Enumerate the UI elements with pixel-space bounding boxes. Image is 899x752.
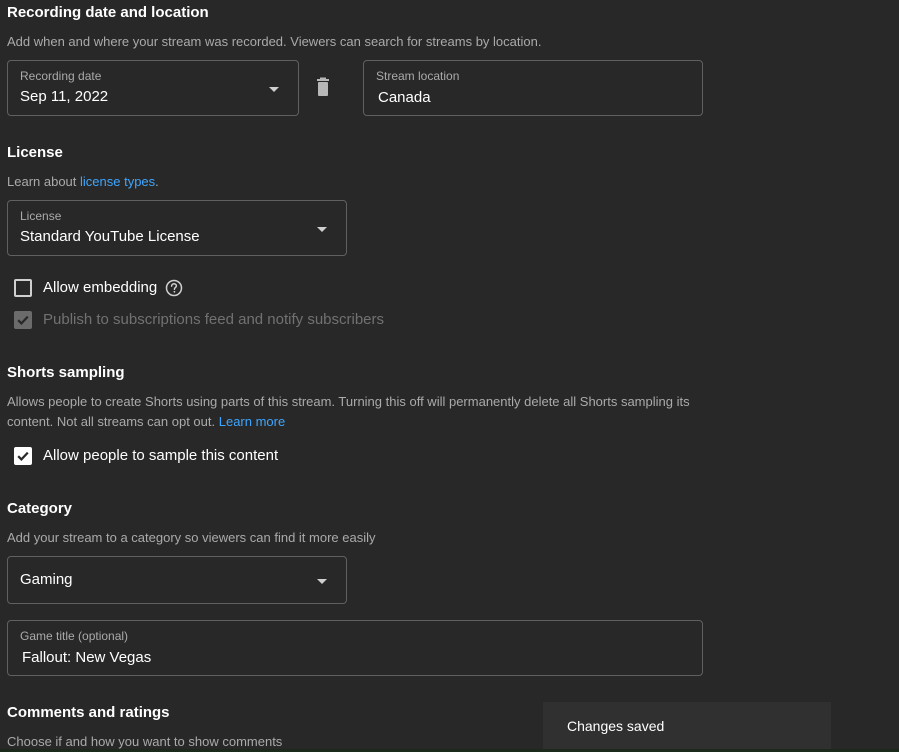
- comments-section-title: Comments and ratings: [7, 704, 170, 721]
- category-section-title: Category: [7, 500, 73, 517]
- stream-location-value: Canada: [378, 89, 431, 106]
- allow-sample-label: Allow people to sample this content: [43, 447, 279, 464]
- publish-feed-checkbox: [14, 311, 32, 329]
- checkmark-icon: [17, 315, 29, 325]
- shorts-section-title: Shorts sampling: [7, 364, 125, 381]
- category-description: Add your stream to a category so viewers…: [7, 530, 376, 545]
- publish-feed-label: Publish to subscriptions feed and notify…: [43, 311, 385, 328]
- recording-section-title: Recording date and location: [7, 4, 209, 21]
- license-field-label: License: [20, 209, 62, 223]
- checkmark-icon: [17, 451, 29, 461]
- chevron-down-icon: [269, 87, 279, 92]
- license-learn-suffix: .: [155, 174, 159, 189]
- game-title-field[interactable]: Game title (optional) Fallout: New Vegas: [7, 620, 703, 676]
- stream-location-label: Stream location: [376, 69, 460, 83]
- license-description: Learn about license types.: [7, 172, 159, 192]
- delete-icon[interactable]: [313, 77, 333, 99]
- license-section-title: License: [7, 144, 63, 161]
- game-title-value: Fallout: New Vegas: [22, 649, 152, 666]
- recording-section-description: Add when and where your stream was recor…: [7, 34, 542, 49]
- stream-location-field[interactable]: Stream location Canada: [363, 60, 703, 116]
- category-value: Gaming: [20, 571, 73, 588]
- chevron-down-icon: [317, 579, 327, 584]
- details-page: Recording date and location Add when and…: [0, 0, 899, 752]
- license-types-link[interactable]: license types: [80, 174, 155, 189]
- allow-sample-checkbox[interactable]: [14, 447, 32, 465]
- help-icon[interactable]: [165, 279, 183, 297]
- allow-embedding-checkbox[interactable]: [14, 279, 32, 297]
- game-title-label: Game title (optional): [20, 629, 129, 643]
- chevron-down-icon: [317, 227, 327, 232]
- toast-message: Changes saved: [567, 718, 665, 734]
- recording-date-value: Sep 11, 2022: [20, 88, 109, 105]
- shorts-description-text: Allows people to create Shorts using par…: [7, 394, 690, 429]
- license-dropdown[interactable]: License Standard YouTube License: [7, 200, 347, 256]
- recording-date-label: Recording date: [20, 69, 102, 83]
- shorts-learn-more-link[interactable]: Learn more: [219, 414, 285, 429]
- recording-date-dropdown[interactable]: Recording date Sep 11, 2022: [7, 60, 299, 116]
- license-field-value: Standard YouTube License: [20, 228, 200, 245]
- license-learn-prefix: Learn about: [7, 174, 81, 189]
- category-dropdown[interactable]: Gaming: [7, 556, 347, 604]
- changes-saved-toast: Changes saved: [543, 702, 831, 752]
- shorts-description: Allows people to create Shorts using par…: [7, 392, 717, 432]
- allow-embedding-label: Allow embedding: [43, 279, 158, 296]
